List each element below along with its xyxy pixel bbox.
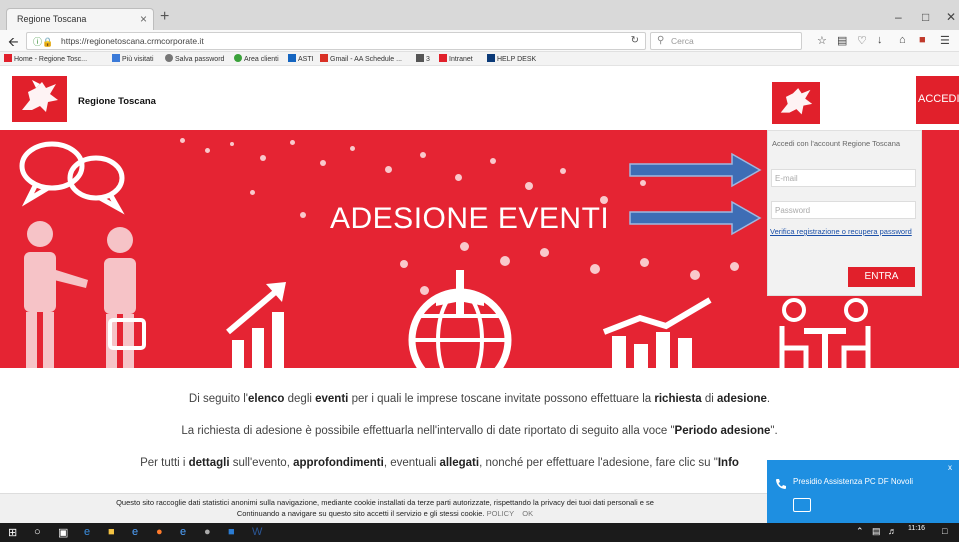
ie-icon[interactable]: e [180, 526, 186, 538]
meeting-icon [779, 298, 871, 368]
network-icon[interactable]: ▤ [872, 526, 881, 537]
browser-search-input[interactable]: ⚲ Cerca [650, 32, 802, 50]
bookmark-icon [416, 54, 424, 62]
ie-icon[interactable]: e [132, 526, 138, 538]
word-icon[interactable]: W [252, 526, 262, 538]
file-explorer-icon[interactable]: ■ [108, 526, 115, 538]
pegasus-icon [22, 80, 58, 112]
close-window-icon[interactable]: ✕ [946, 10, 956, 24]
chat-widget[interactable]: x Presidio Assistenza PC DF Novoli [767, 460, 959, 523]
bookmark-item[interactable]: ASTI [288, 54, 314, 65]
cookie-text-line2: Continuando a navigare su questo sito ac… [236, 509, 534, 518]
globe-plane-icon [408, 270, 512, 368]
cookie-banner: Questo sito raccoglie dati statistici an… [0, 493, 770, 523]
star-icon[interactable]: ☆ [817, 34, 827, 47]
task-view-icon[interactable]: ▣ [58, 526, 68, 539]
reading-list-icon[interactable]: ▤ [837, 34, 847, 47]
bookmark-item[interactable]: Home - Regione Tosc... [4, 54, 87, 65]
site-brand-name: Regione Toscana [78, 96, 156, 107]
download-icon[interactable]: ↓ [877, 34, 883, 46]
search-placeholder: Cerca [671, 36, 694, 46]
business-people-icon [24, 221, 146, 368]
navigation-bar: 🡨 ⓘ🔒 https://regionetoscana.crmcorporate… [0, 30, 959, 52]
menu-icon[interactable]: ☰ [940, 34, 950, 47]
login-submit-button[interactable]: ENTRA [848, 267, 915, 287]
intro-paragraph-1: Di seguito l'elenco degli eventi per i q… [188, 393, 771, 405]
bookmarks-bar: Home - Regione Tosc... Più visitati Salv… [0, 52, 959, 66]
browser-tab[interactable]: Regione Toscana × [6, 8, 154, 30]
volume-icon[interactable]: ♬ [888, 526, 897, 536]
bookmark-item[interactable]: Salva password [165, 54, 224, 65]
bookmark-item[interactable]: Area clienti [234, 54, 279, 65]
growth-chart-icon [226, 282, 286, 368]
chat-close-icon[interactable]: x [948, 463, 952, 472]
system-tray-icon[interactable]: ⌃ [856, 526, 864, 537]
gmail-icon [320, 54, 328, 62]
maximize-icon[interactable]: □ [922, 10, 929, 24]
bookmark-icon [165, 54, 173, 62]
address-bar[interactable]: ⓘ🔒 https://regionetoscana.crmcorporate.i… [26, 32, 646, 50]
bookmark-icon [234, 54, 242, 62]
minimize-icon[interactable]: – [895, 10, 902, 24]
bookmark-icon [112, 54, 120, 62]
firefox-icon[interactable]: ● [156, 526, 163, 538]
phone-icon [776, 479, 786, 489]
notifications-icon[interactable]: □ [942, 526, 947, 536]
search-icon: ⚲ [657, 35, 665, 46]
bookmark-item[interactable]: Intranet [439, 54, 473, 65]
search-icon[interactable]: ○ [34, 526, 41, 538]
edge-browser-icon[interactable]: e [84, 526, 90, 538]
clock[interactable]: 11:16 [908, 525, 925, 532]
bookmark-icon [288, 54, 296, 62]
email-field[interactable]: E-mail [771, 169, 916, 187]
extension-icon[interactable]: ■ [919, 34, 926, 46]
tab-title: Regione Toscana [17, 14, 87, 24]
lock-icon: ⓘ🔒 [33, 37, 54, 47]
cookie-policy-link[interactable]: POLICY [487, 509, 514, 518]
pegasus-icon [780, 88, 813, 115]
browser-tab-bar: Regione Toscana × + – □ ✕ [0, 0, 959, 30]
app-icon[interactable]: ● [204, 526, 211, 538]
intro-paragraph-2: La richiesta di adesione è possibile eff… [181, 425, 778, 437]
login-logo [772, 82, 820, 124]
bookmark-item[interactable]: Più visitati [112, 54, 154, 65]
bookmark-icon [439, 54, 447, 62]
bookmark-item[interactable]: HELP DESK [487, 54, 536, 65]
regione-toscana-logo[interactable] [12, 76, 67, 122]
verify-registration-link[interactable]: Verifica registrazione o recupera passwo… [770, 227, 918, 237]
cookie-text-line1: Questo sito raccoglie dati statistici an… [116, 498, 654, 507]
reload-icon[interactable]: ↻ [631, 35, 639, 46]
speech-bubbles-icon [19, 141, 125, 215]
pocket-icon[interactable]: ♡ [857, 34, 867, 47]
home-icon[interactable]: ⌂ [899, 34, 906, 46]
login-panel: Accedi con l'account Regione Toscana E-m… [767, 130, 922, 296]
annotation-arrows [629, 152, 762, 236]
windows-start-icon[interactable]: ⊞ [8, 526, 17, 539]
contact-card-icon[interactable] [793, 498, 811, 512]
login-intro-text: Accedi con l'account Regione Toscana [772, 139, 901, 148]
bookmark-item[interactable]: Gmail - AA Schedule ... [320, 54, 402, 65]
cookie-ok-button[interactable]: OK [522, 509, 533, 518]
bookmark-icon [487, 54, 495, 62]
hero-title: ADESIONE EVENTI [330, 202, 610, 235]
tab-close-icon[interactable]: × [140, 12, 147, 26]
url-text: https://regionetoscana.crmcorporate.it [61, 36, 204, 46]
chat-title: Presidio Assistenza PC DF Novoli [793, 477, 914, 486]
accedi-button[interactable]: ACCEDI [916, 76, 959, 124]
bookmark-icon [4, 54, 12, 62]
bookmark-item[interactable]: 3 [416, 54, 430, 65]
app-icon[interactable]: ■ [228, 526, 235, 538]
windows-taskbar: ⊞ ○ ▣ e ■ e ● e ● ■ W ⌃ ▤ ♬ 11:16 □ [0, 523, 959, 542]
new-tab-button[interactable]: + [160, 8, 169, 26]
line-chart-icon [602, 297, 712, 368]
password-field[interactable]: Password [771, 201, 916, 219]
